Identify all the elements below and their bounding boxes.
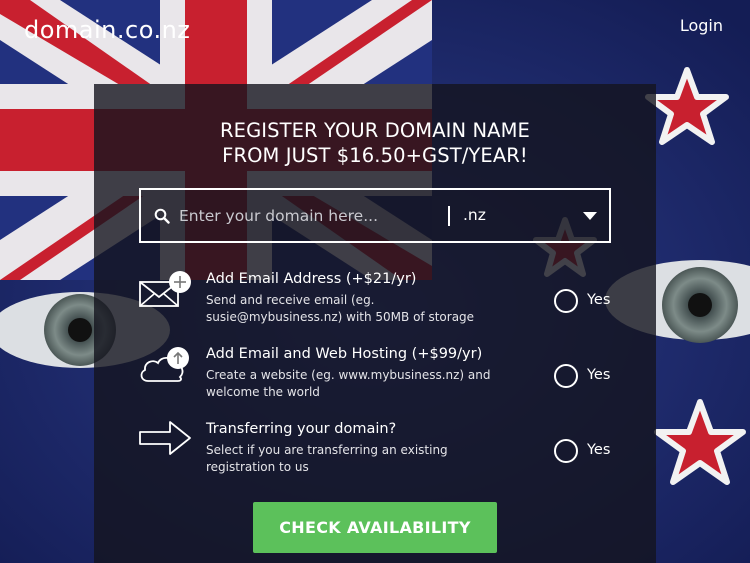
option-email-title: Add Email Address (+$21/yr): [206, 271, 417, 287]
option-transfer-radio[interactable]: [554, 439, 578, 463]
domain-search-box: .nz: [139, 188, 611, 243]
headline-line-1: REGISTER YOUR DOMAIN NAME: [220, 119, 530, 142]
option-email-yes-label[interactable]: Yes: [587, 292, 610, 308]
tld-selected-value: .nz: [463, 206, 486, 224]
domain-search-input[interactable]: [179, 200, 439, 232]
search-icon: [154, 208, 170, 224]
chevron-down-icon: [583, 212, 597, 220]
cloud-upload-icon: [140, 347, 189, 382]
option-email-radio[interactable]: [554, 289, 578, 313]
tld-divider: [448, 206, 450, 226]
page-title: REGISTER YOUR DOMAIN NAME FROM JUST $16.…: [94, 118, 656, 168]
envelope-plus-icon: [139, 271, 191, 307]
option-transfer: Transferring your domain? Select if you …: [138, 420, 618, 484]
option-hosting-radio[interactable]: [554, 364, 578, 388]
option-hosting-yes-label[interactable]: Yes: [587, 367, 610, 383]
option-transfer-desc: Select if you are transferring an existi…: [206, 443, 448, 474]
option-email: Add Email Address (+$21/yr) Send and rec…: [138, 270, 618, 334]
option-hosting: Add Email and Web Hosting (+$99/yr) Crea…: [138, 345, 618, 409]
arrow-right-icon: [139, 421, 191, 455]
register-panel: REGISTER YOUR DOMAIN NAME FROM JUST $16.…: [94, 84, 656, 563]
option-transfer-title: Transferring your domain?: [206, 421, 397, 437]
option-email-desc: Send and receive email (eg. susie@mybusi…: [206, 293, 475, 324]
login-link[interactable]: Login: [680, 16, 723, 35]
tld-select[interactable]: .nz: [463, 190, 609, 241]
option-transfer-yes-label[interactable]: Yes: [587, 442, 610, 458]
option-hosting-title: Add Email and Web Hosting (+$99/yr): [206, 346, 483, 362]
option-hosting-desc: Create a website (eg. www.mybusiness.nz)…: [206, 368, 491, 399]
check-availability-button[interactable]: CHECK AVAILABILITY: [253, 502, 497, 553]
headline-line-2: FROM JUST $16.50+GST/YEAR!: [222, 144, 528, 167]
logo[interactable]: domain.co.nz: [24, 16, 190, 44]
